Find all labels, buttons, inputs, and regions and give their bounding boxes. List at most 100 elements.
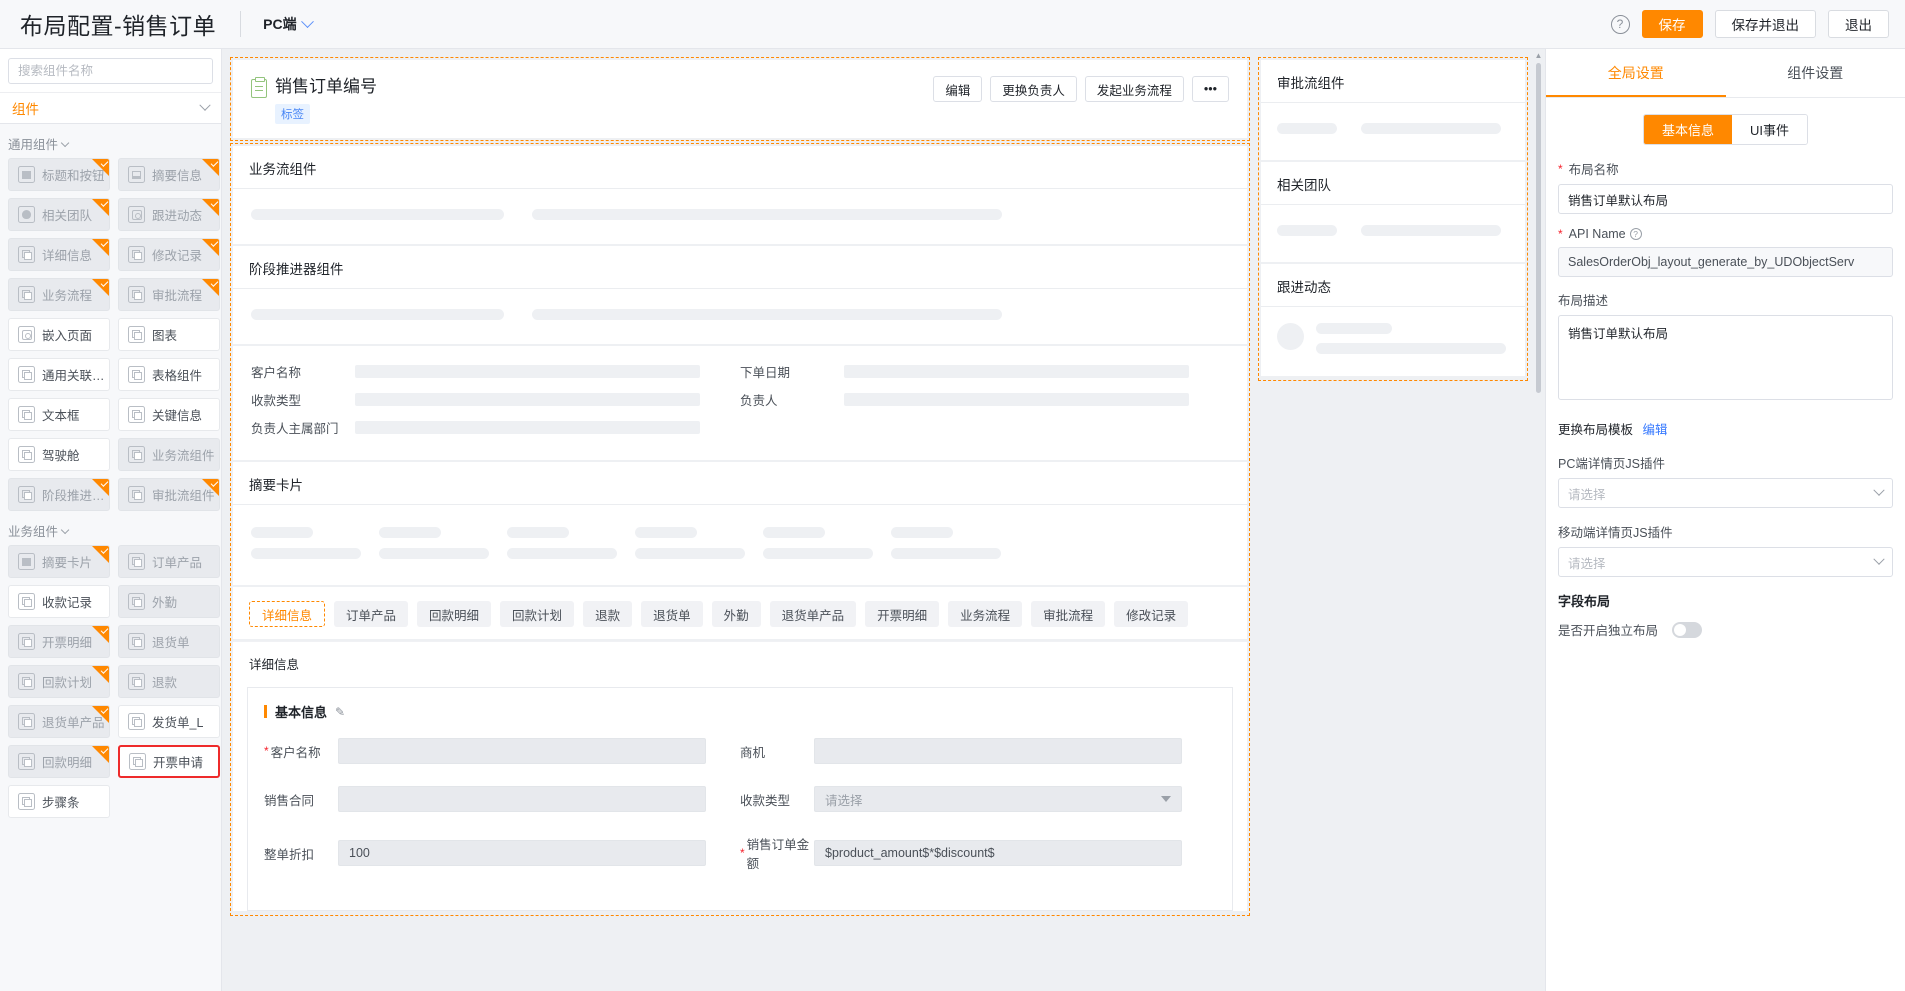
detail-field-input[interactable] (338, 738, 706, 764)
component-item[interactable]: 开票明细 (8, 625, 110, 658)
record-action-more[interactable]: ••• (1191, 76, 1229, 102)
api-name-input[interactable] (1558, 247, 1893, 277)
detail-field-input[interactable] (338, 786, 706, 812)
components-section-header[interactable]: 组件 (0, 92, 221, 124)
record-actions: 编辑 更换负责人 发起业务流程 ••• (933, 76, 1229, 102)
component-item[interactable]: 退货单产品 (8, 705, 110, 738)
component-item[interactable]: 退货单 (118, 625, 220, 658)
independent-layout-toggle[interactable] (1672, 621, 1703, 638)
sidebar-group-label[interactable]: 通用组件 (0, 124, 221, 158)
scrollbar-thumb[interactable] (1536, 63, 1541, 393)
device-selector[interactable]: PC端 (263, 14, 314, 34)
component-item[interactable]: 订单产品 (118, 545, 220, 578)
canvas-tab-chip[interactable]: 详细信息 (249, 601, 326, 627)
help-icon[interactable]: ? (1610, 14, 1630, 34)
canvas-tab-chip[interactable]: 审批流程 (1031, 601, 1106, 627)
side-components-region[interactable]: 审批流组件 相关团队 跟进动态 (1258, 57, 1528, 381)
save-button[interactable]: 保存 (1641, 10, 1703, 38)
field-placeholder (355, 393, 700, 406)
component-card-follow-feed[interactable]: 跟进动态 (1261, 264, 1525, 376)
placeholder-bar (891, 548, 1001, 559)
component-item[interactable]: 业务流程 (8, 278, 110, 311)
tab-global-settings[interactable]: 全局设置 (1546, 49, 1726, 97)
component-item[interactable]: 相关团队 (8, 198, 110, 231)
component-item[interactable]: 摘要信息 (118, 158, 220, 191)
component-item[interactable]: 步骤条 (8, 785, 110, 818)
field-placeholder (844, 365, 1189, 378)
component-item[interactable]: 详细信息 (8, 238, 110, 271)
canvas-tab-chip[interactable]: 订单产品 (334, 601, 409, 627)
segment-ui-events[interactable]: UI事件 (1732, 115, 1808, 144)
segment-basic-info[interactable]: 基本信息 (1643, 115, 1732, 144)
record-header-region[interactable]: 销售订单编号 标签 编辑 更换负责人 发起业务流程 ••• (230, 57, 1250, 141)
component-item[interactable]: 回款明细 (8, 745, 110, 778)
component-item[interactable]: 关键信息 (118, 398, 220, 431)
component-card-business-flow[interactable]: 业务流组件 (233, 146, 1247, 244)
component-item[interactable]: 退款 (118, 665, 220, 698)
canvas-tab-chip[interactable]: 退货单产品 (769, 601, 857, 627)
canvas-tab-chip[interactable]: 退款 (583, 601, 633, 627)
description-textarea[interactable]: 销售订单默认布局 (1558, 315, 1893, 400)
component-card-stage-pusher[interactable]: 阶段推进器组件 (233, 246, 1247, 344)
pc-plugin-label: PC端详情页JS插件 (1558, 453, 1893, 472)
component-type-icon (18, 713, 35, 730)
main-components-region[interactable]: 业务流组件 阶段推进器组件 客户名称 下单日期 收款类型 负责人 负责人主属部门… (230, 143, 1250, 916)
component-item[interactable]: 摘要卡片 (8, 545, 110, 578)
component-item[interactable]: 图表 (118, 318, 220, 351)
mobile-plugin-select[interactable]: 请选择 (1558, 547, 1893, 577)
component-item[interactable]: 外勤 (118, 585, 220, 618)
record-action-start-workflow[interactable]: 发起业务流程 (1084, 76, 1184, 102)
canvas-tab-chip[interactable]: 退货单 (641, 601, 703, 627)
summary-card-component[interactable]: 摘要卡片 (233, 462, 1247, 585)
tab-component-settings[interactable]: 组件设置 (1726, 49, 1905, 97)
component-item[interactable]: 通用关联组... (8, 358, 110, 391)
record-action-edit[interactable]: 编辑 (933, 76, 983, 102)
detail-field-input[interactable]: 100 (338, 840, 706, 866)
pencil-icon[interactable]: ✎ (335, 705, 345, 719)
canvas-tab-chip[interactable]: 开票明细 (865, 601, 940, 627)
pc-plugin-select[interactable]: 请选择 (1558, 478, 1893, 508)
layout-name-input[interactable] (1558, 184, 1893, 214)
canvas-tab-chip[interactable]: 外勤 (711, 601, 761, 627)
scroll-up-icon[interactable]: ▲ (1534, 49, 1543, 61)
component-item[interactable]: 标题和按钮 (8, 158, 110, 191)
canvas-tab-chip[interactable]: 回款计划 (500, 601, 575, 627)
component-type-icon (18, 246, 35, 263)
component-item[interactable]: 审批流程 (118, 278, 220, 311)
detail-field-label-text: 整单折扣 (264, 847, 315, 862)
canvas-tab-chip[interactable]: 业务流程 (948, 601, 1023, 627)
detail-section-card[interactable]: 基本信息 ✎ * 客户名称 商机 销售合同 收款类型 请选择 整单折扣 100 * 销售订单金额 $… (247, 687, 1233, 911)
component-item[interactable]: 表格组件 (118, 358, 220, 391)
component-item[interactable]: 审批流组件 (118, 478, 220, 511)
component-item[interactable]: 驾驶舱 (8, 438, 110, 471)
canvas-tab-chip[interactable]: 修改记录 (1114, 601, 1189, 627)
template-edit-link[interactable]: 编辑 (1643, 423, 1668, 437)
detail-field-input[interactable] (814, 738, 1182, 764)
component-item[interactable]: 收款记录 (8, 585, 110, 618)
detail-field-input[interactable]: $product_amount$*$discount$ (814, 840, 1182, 866)
save-and-exit-button[interactable]: 保存并退出 (1714, 10, 1816, 38)
sidebar-group-label[interactable]: 业务组件 (0, 511, 221, 545)
component-item[interactable]: 开票申请 (118, 745, 220, 778)
record-action-change-owner[interactable]: 更换负责人 (990, 76, 1077, 102)
component-item[interactable]: 跟进动态 (118, 198, 220, 231)
component-item[interactable]: 嵌入页面 (8, 318, 110, 351)
component-item[interactable]: 阶段推进器... (8, 478, 110, 511)
component-item[interactable]: 回款计划 (8, 665, 110, 698)
canvas-scrollbar[interactable]: ▲ (1534, 49, 1543, 991)
component-item[interactable]: 发货单_L (118, 705, 220, 738)
canvas-tab-chip[interactable]: 回款明细 (417, 601, 492, 627)
exit-button[interactable]: 退出 (1828, 10, 1889, 38)
component-item[interactable]: 业务流组件 (118, 438, 220, 471)
component-item[interactable]: 文本框 (8, 398, 110, 431)
component-item[interactable]: 修改记录 (118, 238, 220, 271)
detail-field-input[interactable]: 请选择 (814, 786, 1182, 812)
summary-info-card[interactable]: 客户名称 下单日期 收款类型 负责人 负责人主属部门 (233, 346, 1247, 460)
help-icon[interactable]: ? (1629, 228, 1642, 240)
component-card-related-team[interactable]: 相关团队 (1261, 162, 1525, 262)
record-header-card: 销售订单编号 标签 编辑 更换负责人 发起业务流程 ••• (233, 60, 1247, 138)
component-card-approval-flow[interactable]: 审批流组件 (1261, 60, 1525, 160)
component-type-icon (18, 793, 35, 810)
component-item-label: 退款 (152, 676, 178, 690)
search-input[interactable] (8, 58, 213, 84)
